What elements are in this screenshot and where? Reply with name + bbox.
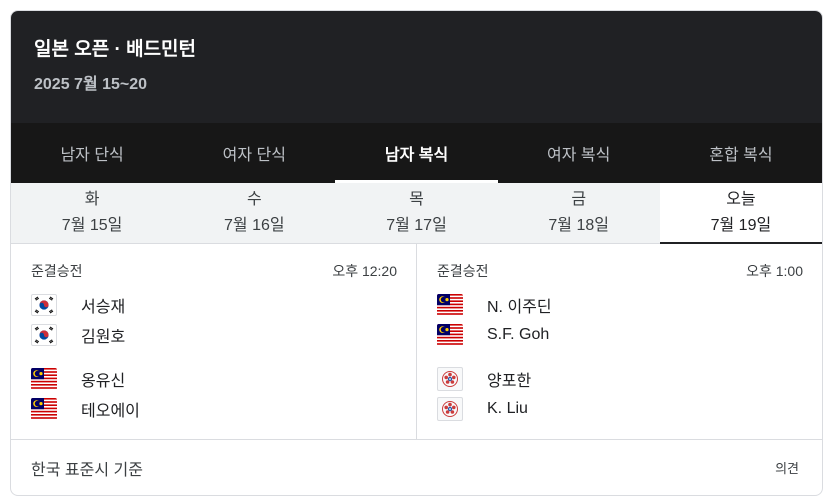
match-header: 준결승전 오후 1:00: [437, 261, 803, 279]
day-tab-jul-16[interactable]: 수 7월 16일: [173, 183, 335, 243]
player-row: 서승재: [31, 290, 397, 320]
day-selector: 화 7월 15일 수 7월 16일 목 7월 17일 금 7월 18일 오늘 7…: [11, 183, 822, 244]
match-stage: 준결승전: [31, 263, 83, 279]
player-row: K. Liu: [437, 394, 803, 424]
tab-womens-singles[interactable]: 여자 단식: [173, 123, 335, 183]
day-date: 7월 18일: [548, 217, 609, 234]
tournament-title[interactable]: 일본 오픈 · 배드민턴: [34, 37, 799, 63]
day-weekday: 수: [246, 191, 262, 208]
timezone-note: 한국 표준시 기준: [31, 461, 143, 479]
event-tabs: 남자 단식 여자 단식 남자 복식 여자 복식 혼합 복식: [11, 123, 822, 183]
day-tab-jul-15[interactable]: 화 7월 15일: [11, 183, 173, 243]
team-row: 옹유신 테오에이: [31, 364, 397, 424]
badminton-scores-card: 일본 오픈 · 배드민턴 2025 7월 15~20 남자 단식 여자 단식 남…: [10, 10, 823, 496]
south-korea-flag-icon: [31, 323, 57, 347]
chinese-taipei-flag-icon: [437, 397, 463, 421]
day-date: 7월 15일: [61, 217, 123, 234]
malaysia-flag-icon: [31, 367, 57, 391]
tab-label: 남자 단식: [60, 147, 124, 164]
match-list: 준결승전 오후 12:20 서승재 김원호 옹유신 테오에이 준결승전 오후 1…: [11, 244, 822, 440]
south-korea-flag-icon: [31, 293, 57, 317]
day-weekday: 오늘: [726, 191, 756, 208]
day-date: 7월 19일: [710, 217, 772, 234]
player-row: S.F. Goh: [437, 320, 803, 350]
card-footer: 한국 표준시 기준 의견: [11, 440, 822, 495]
player-row: 옹유신: [31, 364, 397, 394]
match-header: 준결승전 오후 12:20: [31, 261, 397, 279]
tab-label: 남자 복식: [384, 147, 449, 164]
feedback-link[interactable]: 의견: [775, 458, 799, 477]
malaysia-flag-icon: [31, 397, 57, 421]
day-date: 7월 16일: [224, 217, 285, 234]
card-header: 일본 오픈 · 배드민턴 2025 7월 15~20: [11, 11, 822, 123]
malaysia-flag-icon: [437, 323, 463, 347]
tab-label: 여자 단식: [222, 147, 286, 164]
team-row: 양포한 K. Liu: [437, 364, 803, 424]
day-weekday: 금: [571, 191, 587, 208]
player-name: 옹유신: [81, 373, 126, 390]
tab-mens-doubles[interactable]: 남자 복식: [335, 123, 498, 183]
player-name: 양포한: [487, 373, 532, 390]
day-weekday: 화: [84, 191, 100, 208]
team-row: N. 이주딘 S.F. Goh: [437, 290, 803, 350]
tab-label: 여자 복식: [547, 147, 611, 164]
player-row: N. 이주딘: [437, 290, 803, 320]
match-card[interactable]: 준결승전 오후 1:00 N. 이주딘 S.F. Goh 양포한 K. Liu: [416, 244, 822, 439]
day-date: 7월 17일: [386, 217, 447, 234]
player-row: 양포한: [437, 364, 803, 394]
player-name: 김원호: [81, 329, 126, 346]
day-tab-today[interactable]: 오늘 7월 19일: [659, 183, 822, 244]
day-weekday: 목: [409, 191, 424, 208]
malaysia-flag-icon: [437, 293, 463, 317]
player-row: 김원호: [31, 320, 397, 350]
tournament-dates: 2025 7월 15~20: [34, 76, 148, 93]
chinese-taipei-flag-icon: [437, 367, 463, 391]
player-name: 서승재: [81, 299, 126, 316]
day-tab-jul-18[interactable]: 금 7월 18일: [498, 183, 660, 243]
tab-mens-singles[interactable]: 남자 단식: [11, 123, 173, 183]
tab-mixed-doubles[interactable]: 혼합 복식: [660, 123, 822, 183]
tab-womens-doubles[interactable]: 여자 복식: [498, 123, 660, 183]
match-time: 오후 1:00: [746, 263, 803, 279]
player-name: K. Liu: [487, 400, 528, 417]
player-name: N. 이주딘: [487, 299, 552, 316]
player-name: 테오에이: [81, 403, 140, 420]
team-row: 서승재 김원호: [31, 290, 397, 350]
tab-label: 혼합 복식: [709, 147, 773, 164]
match-time: 오후 12:20: [332, 263, 397, 279]
player-row: 테오에이: [31, 394, 397, 424]
match-stage: 준결승전: [437, 263, 489, 279]
match-card[interactable]: 준결승전 오후 12:20 서승재 김원호 옹유신 테오에이: [11, 244, 416, 439]
day-tab-jul-17[interactable]: 목 7월 17일: [335, 183, 497, 243]
player-name: S.F. Goh: [487, 326, 550, 343]
